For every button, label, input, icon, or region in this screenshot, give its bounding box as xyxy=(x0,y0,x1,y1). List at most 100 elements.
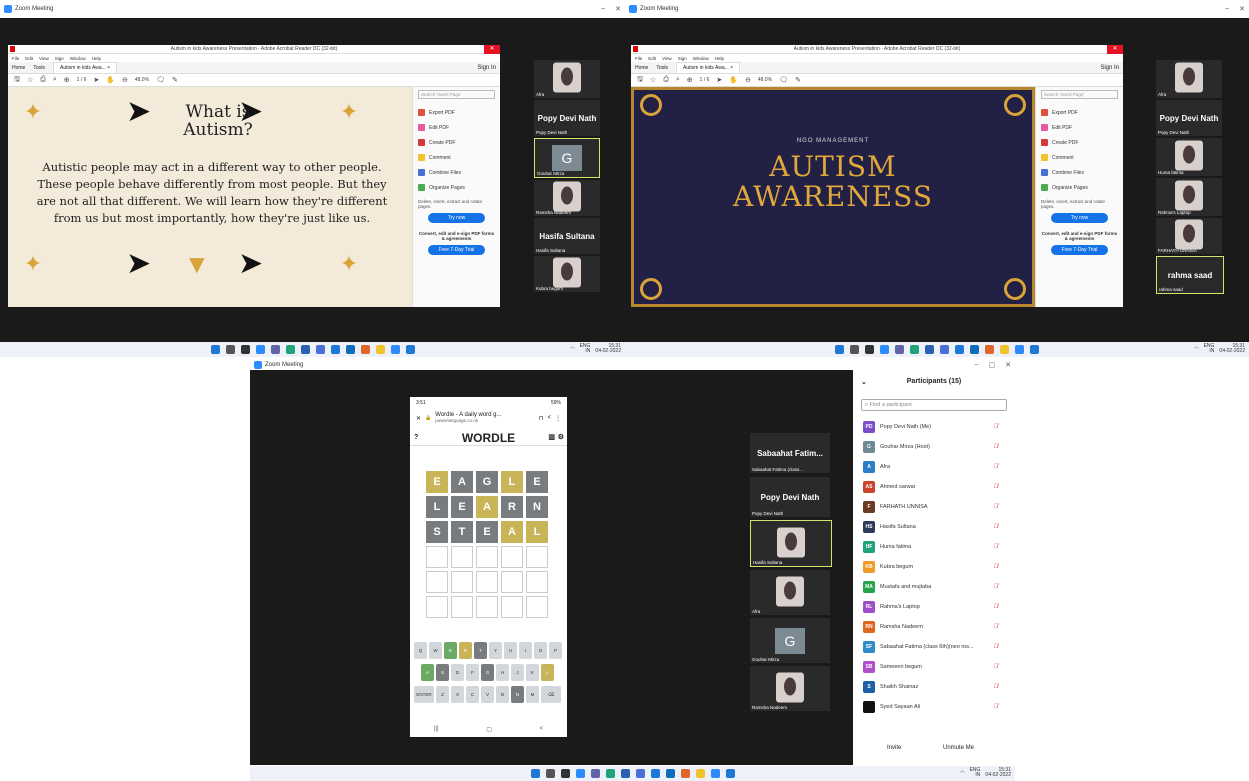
participant-row[interactable]: RN Ramsha Nadeem 🎙̸ xyxy=(863,618,998,636)
recent-apps-icon[interactable]: ||| xyxy=(434,726,439,733)
save-icon[interactable]: 🖫 xyxy=(14,75,20,86)
close-icon[interactable]: ✕ xyxy=(615,5,621,13)
participant-row[interactable]: AS Ahmed sarwar 🎙̸ xyxy=(863,478,998,496)
task-view-icon[interactable] xyxy=(560,769,570,778)
key-l[interactable]: L xyxy=(541,664,554,681)
comment-item[interactable]: Comment xyxy=(1041,150,1118,165)
key-n[interactable]: N xyxy=(511,686,524,703)
page-up-icon[interactable]: ⊕ xyxy=(687,76,693,84)
zoom-level[interactable]: 48.0% xyxy=(758,77,772,83)
mail-icon[interactable] xyxy=(650,769,660,778)
menu-edit[interactable]: Edit xyxy=(648,56,656,61)
key-m[interactable]: M xyxy=(526,686,539,703)
key-y[interactable]: Y xyxy=(489,642,502,659)
mail-icon[interactable] xyxy=(330,345,340,354)
minimize-icon[interactable]: – xyxy=(1225,5,1229,13)
video-tile[interactable]: Afra xyxy=(1156,60,1222,98)
hand-icon[interactable]: ✋ xyxy=(106,76,115,84)
minimize-icon[interactable]: – xyxy=(601,5,605,13)
zoom-app-icon[interactable] xyxy=(1015,345,1024,354)
key-j[interactable]: J xyxy=(511,664,524,681)
video-tile[interactable]: G Gouhar Mirza xyxy=(750,618,830,663)
participant-row[interactable]: KB Kubra begum 🎙̸ xyxy=(863,558,998,576)
video-tile[interactable]: Huma fatima xyxy=(1156,138,1222,176)
video-tile[interactable]: Ramsha Nadeem xyxy=(750,666,830,711)
invite-button[interactable]: Invite xyxy=(887,745,901,751)
star-icon[interactable]: ☆ xyxy=(27,76,33,84)
save-icon[interactable]: 🖫 xyxy=(637,75,643,86)
folder-icon[interactable] xyxy=(695,769,705,778)
video-tile[interactable]: FARHATH UNNISA xyxy=(1156,218,1222,254)
comment-icon[interactable]: 🗨 xyxy=(779,76,788,84)
key-p[interactable]: P xyxy=(549,642,562,659)
muted-mic-icon[interactable]: 🎙̸ xyxy=(994,644,999,650)
menu-file[interactable]: File xyxy=(12,56,19,61)
start-icon[interactable] xyxy=(530,769,540,778)
sign-in-button[interactable]: Sign In xyxy=(477,65,496,71)
tab-home[interactable]: Home xyxy=(12,65,25,71)
muted-mic-icon[interactable]: 🎙̸ xyxy=(994,564,999,570)
more-icon[interactable]: ⋮ xyxy=(555,415,561,422)
search-icon[interactable]: ⌕ xyxy=(53,76,57,84)
search-icon[interactable] xyxy=(225,345,235,354)
key-i[interactable]: I xyxy=(519,642,532,659)
edge-icon[interactable] xyxy=(285,345,295,354)
page-counter[interactable]: 1 / 6 xyxy=(700,77,710,83)
widgets-icon[interactable] xyxy=(255,345,265,354)
video-tile[interactable]: Afra xyxy=(534,60,600,98)
muted-mic-icon[interactable]: 🎙̸ xyxy=(994,684,999,690)
participant-row[interactable]: SB Sameeen begum 🎙̸ xyxy=(863,658,998,676)
muted-mic-icon[interactable]: 🎙̸ xyxy=(994,544,999,550)
video-tile[interactable]: Popy Devi Nath Popy Devi Nath xyxy=(1156,100,1222,136)
free-trial-button[interactable]: Free 7-Day Trial xyxy=(1051,245,1108,255)
muted-mic-icon[interactable]: 🎙̸ xyxy=(994,584,999,590)
edge-icon[interactable] xyxy=(605,769,615,778)
tab-document[interactable]: Autism in kids Awa... × xyxy=(676,61,741,74)
menu-view[interactable]: View xyxy=(39,56,49,61)
close-icon[interactable]: ✕ xyxy=(484,45,500,54)
find-participant-input[interactable]: ⌕ Find a participant xyxy=(861,399,1007,411)
window-controls[interactable]: – ▢ ✕ xyxy=(975,361,1011,369)
wifi-icon[interactable]: ◠ xyxy=(1194,346,1198,352)
key-s[interactable]: S xyxy=(436,664,449,681)
participant-row[interactable]: A Afra 🎙̸ xyxy=(863,458,998,476)
outlook-icon[interactable] xyxy=(345,345,355,354)
export-pdf-item[interactable]: Export PDF xyxy=(1041,105,1118,120)
video-tile[interactable]: Popy Devi Nath Popy Devi Nath xyxy=(750,477,830,517)
chrome-icon[interactable] xyxy=(985,345,994,354)
video-tile[interactable]: Sabaahat Fatim... Sabaahat Fatima (class.… xyxy=(750,433,830,473)
chrome-icon[interactable] xyxy=(680,769,690,778)
key-b[interactable]: B xyxy=(496,686,509,703)
outlook-icon[interactable] xyxy=(970,345,979,354)
key-k[interactable]: K xyxy=(526,664,539,681)
widgets-icon[interactable] xyxy=(575,769,585,778)
unmute-me-button[interactable]: Unmute Me xyxy=(943,745,974,751)
participant-row[interactable]: RL Rahma's Laptop 🎙̸ xyxy=(863,598,998,616)
page-counter[interactable]: 1 / 6 xyxy=(77,77,87,83)
try-now-button[interactable]: Try now xyxy=(1051,213,1108,223)
key-⌫[interactable]: ⌫ xyxy=(541,686,561,703)
participant-row[interactable]: SF Sabaahat Fatima (class 6th)(neo ros...… xyxy=(863,638,998,656)
tray-clock[interactable]: 15:31 04-02-2022 xyxy=(985,768,1011,778)
hand-icon[interactable]: ✋ xyxy=(729,76,738,84)
video-tile[interactable]: Rahma's Laptop xyxy=(1156,178,1222,216)
key-u[interactable]: U xyxy=(504,642,517,659)
collapse-icon[interactable]: ⌄ xyxy=(861,378,867,386)
comment-item[interactable]: Comment xyxy=(418,150,495,165)
key-w[interactable]: W xyxy=(429,642,442,659)
participant-row[interactable]: MA Mustafa and mujtaba 🎙̸ xyxy=(863,578,998,596)
close-icon[interactable]: ✕ xyxy=(1107,45,1123,54)
app-icon[interactable] xyxy=(940,345,949,354)
video-tile[interactable]: Hasifa Sultana Hasifa Sultana xyxy=(534,218,600,254)
participant-row[interactable]: F FARHATH UNNISA 🎙̸ xyxy=(863,498,998,516)
chat-icon[interactable] xyxy=(590,769,600,778)
muted-mic-icon[interactable]: 🎙̸ xyxy=(994,604,999,610)
start-icon[interactable] xyxy=(210,345,220,354)
pen-icon[interactable]: ✎ xyxy=(795,76,801,84)
settings-icon[interactable]: ⚙ xyxy=(558,430,564,446)
muted-mic-icon[interactable]: 🎙̸ xyxy=(994,464,999,470)
star-icon[interactable]: ☆ xyxy=(650,76,656,84)
edit-pdf-item[interactable]: Edit PDF xyxy=(1041,120,1118,135)
wifi-icon[interactable]: ◠ xyxy=(960,770,964,776)
participant-row[interactable]: HS Hasifa Sultana 🎙̸ xyxy=(863,518,998,536)
